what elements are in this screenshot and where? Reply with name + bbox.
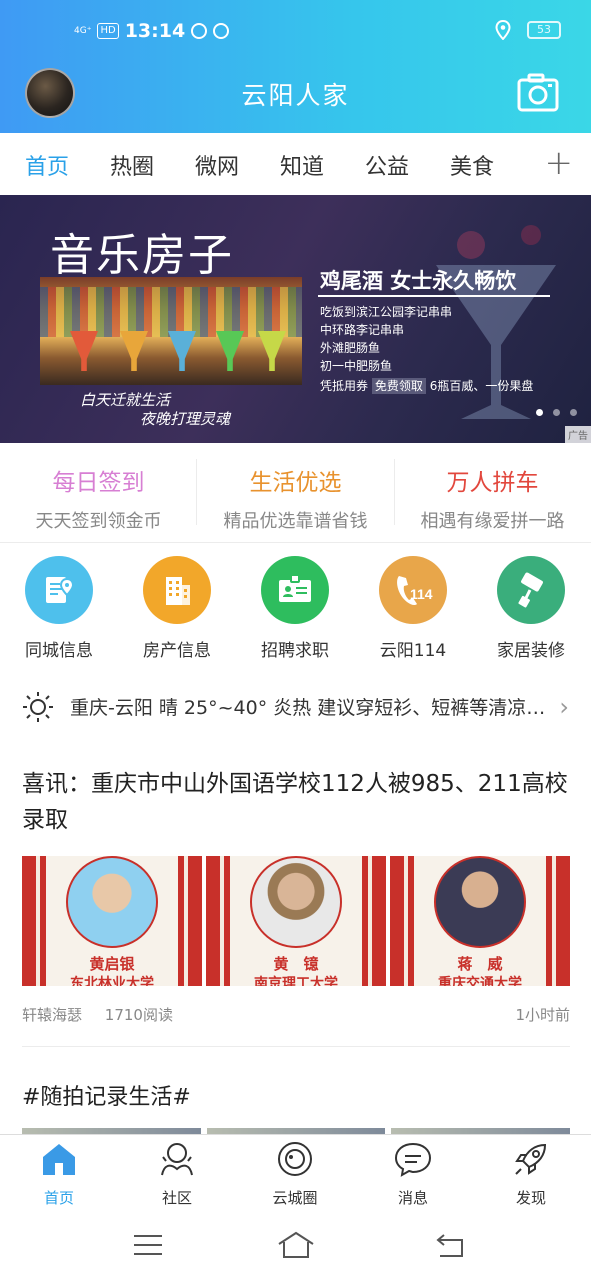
banner-slogan-1: 白天迁就生活 [80,391,171,409]
phone-114-icon: 114 [379,556,447,624]
news-image: 黄启银 东北林业大学 [22,856,202,986]
community-icon [161,1143,193,1176]
carousel-dot[interactable] [553,409,560,416]
service-real-estate[interactable]: 房产信息 [118,556,236,661]
carousel-dot[interactable] [570,409,577,416]
student-photo [250,856,342,948]
coupon-tag: 免费领取 [371,378,426,394]
news-image: 黄 镱 南京理工大学 [206,856,386,986]
divider [22,1046,570,1047]
status-bar: 4G⁺ HD 13:14 53 [0,14,591,50]
back-icon[interactable] [430,1230,470,1260]
feature-daily-checkin[interactable]: 每日签到 天天签到领金币 [0,443,197,543]
promo-underline [318,295,550,297]
promo-item: 吃饭到滨江公园李记串串 [320,305,453,319]
news-title[interactable]: 喜讯：重庆市中山外国语学校112人被985、211高校录取 [22,766,570,838]
nav-community[interactable]: 社区 [118,1139,236,1208]
news-author: 轩辕海瑟 [22,1006,83,1024]
service-home-decor[interactable]: 家居装修 [472,556,590,661]
service-grid: 同城信息 房产信息 招聘求职 114 云阳114 家居装修 [0,556,591,666]
chevron-right-icon: › [559,693,569,721]
location-icon [495,20,511,40]
home-button-icon[interactable] [276,1230,316,1260]
planet-icon [278,1142,312,1176]
notification-icon [191,23,208,39]
wechat-icon [213,23,230,39]
service-yunyang-114[interactable]: 114 云阳114 [354,556,472,661]
promo-item: 中环路李记串串 [320,323,405,337]
nav-messages[interactable]: 消息 [354,1139,472,1208]
map-document-icon [25,556,93,624]
building-icon [143,556,211,624]
tab-hot-circle[interactable]: 热圈 [110,149,154,181]
promo-item: 初一中肥肠鱼 [320,359,393,373]
tab-charity[interactable]: 公益 [365,149,409,181]
nav-cloud-circle[interactable]: 云城圈 [236,1139,354,1208]
news-image: 蒋 威 重庆交通大学 [390,856,570,986]
tab-knowledge[interactable]: 知道 [280,149,324,181]
svg-text:114: 114 [410,586,433,602]
paint-roller-icon [497,556,565,624]
promo-coupon: 凭抵用券 免费领取 6瓶百威、一份果盘 [320,378,534,394]
message-icon [394,1142,432,1177]
news-time: 1小时前 [515,1006,570,1024]
student-photo [434,856,526,948]
camera-icon[interactable] [517,72,559,112]
feature-life-selection[interactable]: 生活优选 精品优选靠谱省钱 [197,443,394,543]
system-nav-bar [0,1212,591,1280]
app-header: 4G⁺ HD 13:14 53 云阳人家 [0,0,591,133]
add-tab-button[interactable]: + [545,143,574,183]
news-meta: 轩辕海瑟 1710阅读 1小时前 [22,1004,570,1025]
student-photo [66,856,158,948]
bottom-nav: 首页 社区 云城圈 消息 发现 [0,1134,591,1212]
section-title[interactable]: #随拍记录生活# [22,1079,191,1111]
service-city-info[interactable]: 同城信息 [0,556,118,661]
weather-text: 重庆-云阳 晴 25°~40° 炎热 建议穿短衫、短裤等清凉夏季服装 [70,697,548,719]
nav-discover[interactable]: 发现 [472,1139,590,1208]
carousel-dot[interactable] [536,409,543,416]
banner-title: 音乐房子 [50,230,234,281]
promo-headline: 鸡尾酒 女士永久畅饮 [320,269,517,293]
home-icon [43,1144,75,1175]
app-title: 云阳人家 [241,81,350,110]
feature-row: 每日签到 天天签到领金币 生活优选 精品优选靠谱省钱 万人拼车 相遇有缘爱拼一路 [0,443,591,543]
service-jobs[interactable]: 招聘求职 [236,556,354,661]
ad-banner[interactable]: 音乐房子 白天迁就生活 夜晚打理灵魂 鸡尾酒 女士永久畅饮 吃饭到滨江公园李记串… [0,195,591,443]
promo-item: 外滩肥肠鱼 [320,341,381,355]
hd-badge: HD [97,23,119,39]
weather-bar[interactable]: 重庆-云阳 晴 25°~40° 炎热 建议穿短衫、短裤等清凉夏季服装 › [0,683,591,731]
news-image-strip[interactable]: 黄启银 东北林业大学 黄 镱 南京理工大学 蒋 威 重庆交通大学 [22,856,570,986]
signal-icon: 4G⁺ [74,25,92,36]
battery-icon: 53 [527,21,561,39]
tab-home[interactable]: 首页 [25,149,69,181]
ad-label: 广告 [565,426,591,443]
category-tabs: 首页 热圈 微网 知道 公益 美食 + [0,133,591,195]
sun-icon [23,692,53,722]
feature-carpool[interactable]: 万人拼车 相遇有缘爱拼一路 [394,443,591,543]
id-card-icon [261,556,329,624]
banner-slogan-2: 夜晚打理灵魂 [140,410,231,428]
news-reads: 1710阅读 [104,1006,173,1024]
carousel-indicator [536,409,577,416]
rocket-icon [515,1143,547,1175]
app-screen: 4G⁺ HD 13:14 53 云阳人家 首页 热圈 微网 知道 公益 美食 +… [0,0,591,1280]
bar-image [40,277,302,385]
tab-micro-web[interactable]: 微网 [195,149,239,181]
nav-home[interactable]: 首页 [0,1139,118,1208]
tab-food[interactable]: 美食 [450,149,494,181]
clock: 13:14 [124,20,186,42]
menu-icon[interactable] [128,1230,168,1260]
